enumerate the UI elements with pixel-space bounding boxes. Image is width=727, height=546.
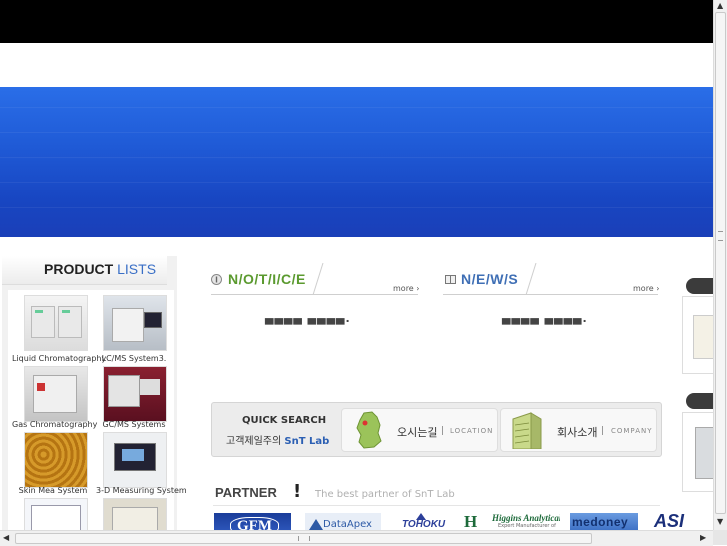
- notice-underline: [211, 294, 418, 295]
- product-title-light: LISTS: [117, 261, 157, 277]
- vertical-scrollbar[interactable]: ▲ ▼: [713, 0, 727, 530]
- product-label[interactable]: Gas Chromatography: [12, 420, 97, 429]
- right-tab-2[interactable]: [686, 393, 713, 409]
- partner-underline: [213, 505, 660, 506]
- product-thumb-skin-measure[interactable]: [24, 432, 88, 488]
- scroll-left-icon[interactable]: ◀: [3, 533, 9, 543]
- building-icon: [512, 412, 542, 449]
- top-black-bar: [0, 0, 713, 43]
- right-product-box-2[interactable]: [682, 412, 715, 492]
- horizontal-scroll-thumb[interactable]: [15, 533, 592, 544]
- partner-subtitle: The best partner of SnT Lab: [315, 489, 455, 500]
- partner-logo-higgins[interactable]: H Higgins Analytical Expert Manufacturer…: [464, 513, 560, 530]
- quick-search-brand: SnT Lab: [284, 436, 330, 447]
- product-thumb-gas-chromatography[interactable]: [24, 366, 88, 422]
- partner-logo-medoney[interactable]: medoney: [570, 513, 638, 530]
- location-eng: LOCATION: [450, 427, 494, 435]
- product-label[interactable]: LC/MS System3.: [96, 354, 172, 363]
- notice-title[interactable]: N/O/T/I/C/E: [228, 271, 306, 287]
- company-separator: [602, 426, 603, 435]
- notice-content[interactable]: ▄▄▄▄ ▄▄▄▄.: [265, 312, 351, 325]
- product-list-header: PRODUCT LISTS: [2, 256, 167, 285]
- product-label[interactable]: Skin Mea System: [12, 486, 94, 495]
- company-label: 회사소개: [557, 426, 598, 439]
- product-thumb-gcms[interactable]: [103, 366, 167, 422]
- partner-logo-text: TOHOKU: [402, 519, 446, 530]
- main-banner: [0, 87, 713, 237]
- partner-logo-dataapex[interactable]: DataApex: [305, 513, 381, 530]
- product-thumb-lcms[interactable]: [103, 295, 167, 351]
- scroll-down-icon[interactable]: ▼: [717, 517, 723, 527]
- partner-logo-tohoku[interactable]: TOHOKU: [398, 513, 446, 530]
- news-title[interactable]: N/E/W/S: [461, 271, 518, 287]
- partner-logo-text: Higgins Analytical: [492, 513, 560, 523]
- right-tab-1[interactable]: [686, 278, 713, 294]
- partner-logo-text: medoney: [572, 515, 629, 529]
- news-divider-slash: [525, 263, 537, 295]
- notice-divider-slash: [312, 263, 324, 295]
- product-label[interactable]: 3-D Measuring System: [96, 486, 187, 495]
- partner-logo-gfm[interactable]: GFM: [214, 513, 291, 530]
- partner-logo-text: DataApex: [323, 519, 372, 530]
- product-thumb-3d-measuring[interactable]: [103, 432, 167, 488]
- quick-search-subtitle: 고객제일주의 SnT Lab: [226, 432, 329, 447]
- top-white-bar: [0, 43, 713, 87]
- horizontal-scrollbar[interactable]: ◀ ▶: [0, 530, 713, 546]
- news-content[interactable]: ▄▄▄▄ ▄▄▄▄.: [502, 312, 588, 325]
- partner-title: PARTNER: [215, 485, 277, 500]
- scroll-right-icon[interactable]: ▶: [700, 533, 706, 543]
- product-label[interactable]: GC/MS Systems: [96, 420, 172, 429]
- product-label[interactable]: Liquid Chromatography: [12, 354, 106, 363]
- partner-exclamation-icon: !: [293, 481, 302, 502]
- product-list-panel: PRODUCT LISTS Liquid Chromatography LC/M…: [2, 256, 187, 538]
- location-label: 오시는길: [397, 426, 438, 439]
- notice-icon: [211, 274, 222, 285]
- product-thumb-liquid-chromatography[interactable]: [24, 295, 88, 351]
- korea-map-icon: [356, 411, 382, 449]
- location-separator: [442, 426, 443, 435]
- news-icon: [445, 275, 456, 284]
- location-button[interactable]: 오시는길 LOCATION: [341, 408, 498, 452]
- product-title-bold: PRODUCT: [44, 261, 114, 277]
- scroll-up-icon[interactable]: ▲: [717, 1, 723, 11]
- partner-logo-asi[interactable]: ASI: [652, 513, 713, 530]
- partner-logo-subtext: Expert Manufacturer of: [498, 523, 556, 529]
- product-list-title: PRODUCT LISTS: [44, 261, 156, 277]
- scrollbar-corner: [713, 530, 727, 545]
- right-product-box-1[interactable]: [682, 296, 715, 374]
- product-grid: Liquid Chromatography LC/MS System3. Gas…: [8, 290, 187, 538]
- quick-search-panel: QUICK SEARCH 고객제일주의 SnT Lab 오시는길 LOCATIO…: [211, 402, 662, 457]
- company-button[interactable]: 회사소개 COMPANY: [500, 408, 657, 452]
- notice-more-link[interactable]: more ›: [393, 284, 419, 293]
- vertical-scroll-thumb[interactable]: [715, 12, 726, 514]
- quick-search-title: QUICK SEARCH: [242, 415, 327, 426]
- partner-logo-text: ASI: [654, 513, 685, 530]
- news-more-link[interactable]: more ›: [633, 284, 659, 293]
- company-eng: COMPANY: [611, 427, 653, 435]
- partner-logo-text: GFM: [230, 517, 279, 530]
- news-underline: [443, 294, 658, 295]
- quick-search-subtitle-prefix: 고객제일주의: [226, 436, 282, 447]
